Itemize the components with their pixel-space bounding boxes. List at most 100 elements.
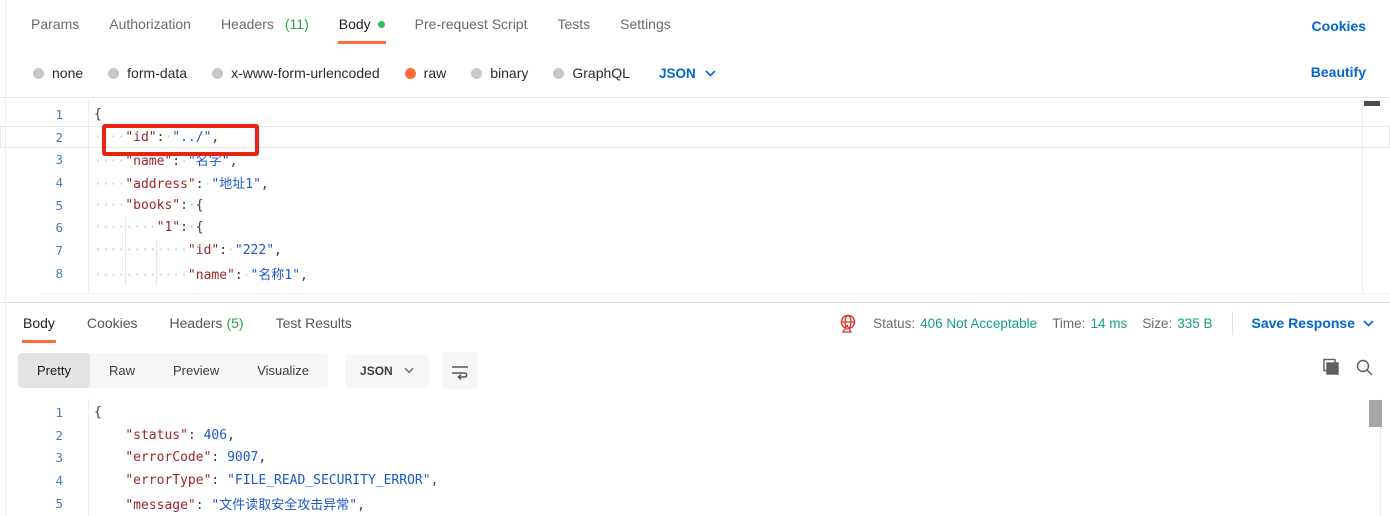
code-line[interactable]: 1{ <box>0 103 1390 126</box>
mode-urlencoded-label: x-www-form-urlencoded <box>231 65 380 81</box>
request-editor-scrollbar-track <box>1362 100 1363 293</box>
code-line[interactable]: 5 "message": "文件读取安全攻击异常", <box>0 492 1390 515</box>
code-text: ············"name":·"名称1", <box>94 264 308 283</box>
tab-params-label: Params <box>31 16 79 32</box>
code-line[interactable]: 3 "errorCode": 9007, <box>0 446 1390 469</box>
response-tab-bar: Body Cookies Headers(5) Test Results <box>22 302 353 343</box>
meta-divider <box>1232 311 1233 335</box>
line-number: 7 <box>0 243 63 258</box>
response-action-icons <box>1321 358 1374 377</box>
response-body-editor[interactable]: 1{2 "status": 406,3 "errorCode": 9007,4 … <box>0 398 1390 516</box>
code-line[interactable]: 4 ····"address":·"地址1", <box>0 171 1390 194</box>
line-number: 3 <box>0 152 63 167</box>
cookies-link[interactable]: Cookies <box>1312 18 1366 34</box>
search-icon <box>1355 358 1374 377</box>
response-tab-cookies-label: Cookies <box>87 315 138 331</box>
tab-authorization[interactable]: Authorization <box>108 0 192 44</box>
mode-form-data-label: form-data <box>127 65 187 81</box>
tab-params[interactable]: Params <box>30 0 80 44</box>
code-line[interactable]: 2 "status": 406, <box>0 424 1390 447</box>
radio-icon <box>108 68 119 79</box>
radio-icon <box>471 68 482 79</box>
chevron-down-icon <box>1363 320 1374 327</box>
time-value: 14 ms <box>1090 316 1127 331</box>
tab-body-label: Body <box>339 16 371 32</box>
code-text: { <box>94 405 102 420</box>
line-number: 2 <box>0 428 63 443</box>
save-response-button[interactable]: Save Response <box>1252 315 1375 331</box>
line-number: 8 <box>0 266 63 281</box>
mode-binary[interactable]: binary <box>471 65 528 81</box>
view-tab-pretty[interactable]: Pretty <box>18 353 90 388</box>
wrap-lines-icon <box>450 362 470 380</box>
annotation-highlight-box <box>102 124 259 156</box>
line-number: 4 <box>0 473 63 488</box>
response-code-lines: 1{2 "status": 406,3 "errorCode": 9007,4 … <box>0 401 1390 514</box>
mode-raw[interactable]: raw <box>405 65 447 81</box>
response-tab-test-results-label: Test Results <box>276 315 352 331</box>
code-text: ····"address":·"地址1", <box>94 173 269 192</box>
code-text: "errorType": "FILE_READ_SECURITY_ERROR", <box>94 473 438 488</box>
editor-bottom-border <box>40 293 1390 294</box>
size-label: Size: <box>1142 316 1172 331</box>
mode-binary-label: binary <box>490 65 528 81</box>
size-indicator: Size:335 B <box>1142 316 1212 331</box>
radio-selected-icon <box>405 68 416 79</box>
mode-graphql[interactable]: GraphQL <box>553 65 630 81</box>
network-error-globe-icon <box>838 313 858 333</box>
tab-settings[interactable]: Settings <box>619 0 672 44</box>
response-tab-headers[interactable]: Headers(5) <box>169 302 245 343</box>
tab-body[interactable]: Body <box>338 0 386 44</box>
mode-form-data[interactable]: form-data <box>108 65 187 81</box>
line-number: 5 <box>0 198 63 213</box>
line-number: 5 <box>0 496 63 511</box>
response-language-value: JSON <box>360 364 393 378</box>
response-view-toolbar: Pretty Raw Preview Visualize JSON <box>18 352 478 389</box>
response-headers-count-badge: (5) <box>226 315 243 331</box>
copy-response-button[interactable] <box>1321 358 1340 377</box>
raw-language-select[interactable]: JSON <box>659 66 716 81</box>
code-text: { <box>94 107 102 122</box>
tab-pre-request-script-label: Pre-request Script <box>415 16 528 32</box>
line-number: 1 <box>0 107 63 122</box>
wrap-lines-button[interactable] <box>442 352 478 389</box>
search-response-button[interactable] <box>1355 358 1374 377</box>
status-label: Status: <box>873 316 915 331</box>
code-line[interactable]: 1{ <box>0 401 1390 424</box>
radio-icon <box>553 68 564 79</box>
tab-headers[interactable]: Headers(11) <box>220 0 310 44</box>
request-tab-bar: Params Authorization Headers(11) Body Pr… <box>30 0 672 44</box>
code-line[interactable]: 4 "errorType": "FILE_READ_SECURITY_ERROR… <box>0 469 1390 492</box>
request-body-editor[interactable]: 1{2····"id":·"../",3····"name":·"名字",4··… <box>0 100 1390 293</box>
code-line[interactable]: 5 ····"books":·{ <box>0 194 1390 217</box>
chevron-down-icon <box>705 70 716 77</box>
view-tab-visualize[interactable]: Visualize <box>238 353 328 388</box>
response-tab-body[interactable]: Body <box>22 302 56 343</box>
code-text: ····"books":·{ <box>94 198 204 213</box>
request-editor-scrollbar-thumb[interactable] <box>1364 101 1380 106</box>
response-editor-scrollbar-thumb[interactable] <box>1369 400 1382 427</box>
tab-tests[interactable]: Tests <box>556 0 591 44</box>
line-number: 4 <box>0 175 63 190</box>
response-language-select[interactable]: JSON <box>345 354 429 388</box>
view-tab-raw[interactable]: Raw <box>90 353 154 388</box>
tab-pre-request-script[interactable]: Pre-request Script <box>414 0 529 44</box>
code-line[interactable]: 7············"id":·"222", <box>0 239 1390 262</box>
radio-icon <box>212 68 223 79</box>
response-tab-test-results[interactable]: Test Results <box>275 302 353 343</box>
line-number: 3 <box>0 450 63 465</box>
code-text: "status": 406, <box>94 428 235 443</box>
body-mode-row: none form-data x-www-form-urlencoded raw… <box>33 58 716 88</box>
beautify-link[interactable]: Beautify <box>1311 64 1366 80</box>
view-tab-preview[interactable]: Preview <box>154 353 238 388</box>
view-mode-segmented-control: Pretty Raw Preview Visualize <box>18 353 328 388</box>
header-divider <box>0 97 1390 98</box>
mode-none[interactable]: none <box>33 65 83 81</box>
response-tab-cookies[interactable]: Cookies <box>86 302 139 343</box>
chevron-down-icon <box>404 367 414 374</box>
code-text: "errorCode": 9007, <box>94 450 266 465</box>
code-line[interactable]: 6········"1":·{ <box>0 216 1390 239</box>
line-number: 2 <box>0 130 63 145</box>
code-line[interactable]: 8 ············"name":·"名称1", <box>0 262 1390 285</box>
mode-x-www-form-urlencoded[interactable]: x-www-form-urlencoded <box>212 65 380 81</box>
